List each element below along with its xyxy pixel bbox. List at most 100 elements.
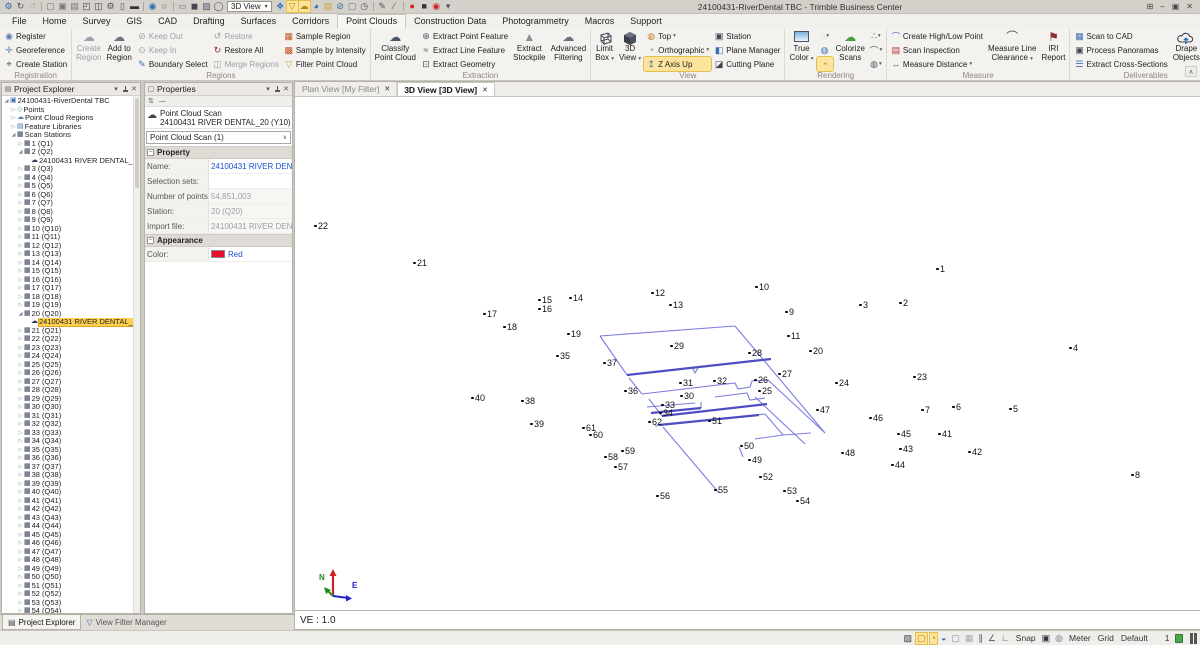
panel-close-icon[interactable]: ✕ [282, 85, 290, 93]
tree-item-scan-stations[interactable]: ◢▦Scan Stations [2, 131, 140, 140]
expand-icon[interactable]: ▷ [17, 582, 24, 590]
expand-icon[interactable]: ▷ [10, 114, 17, 122]
expand-icon[interactable]: ▷ [17, 420, 24, 428]
expand-icon[interactable]: ▷ [17, 369, 24, 377]
expand-icon[interactable]: ▷ [17, 344, 24, 352]
tree-item-23-q23[interactable]: ▷▦23 (Q23) [2, 344, 140, 353]
expand-icon[interactable]: ▷ [17, 514, 24, 522]
collapse-icon[interactable]: ◢ [17, 148, 24, 156]
expand-icon[interactable]: ▷ [17, 293, 24, 301]
tree-item-22-q22[interactable]: ▷▦22 (Q22) [2, 335, 140, 344]
tree-item-27-q27[interactable]: ▷▦27 (Q27) [2, 378, 140, 387]
scan-point-29[interactable]: 29 [670, 341, 684, 351]
tree-item-3-q3[interactable]: ▷▦3 (Q3) [2, 165, 140, 174]
scan-point-46[interactable]: 46 [869, 413, 883, 423]
expand-icon[interactable]: ▷ [17, 140, 24, 148]
tree-item-24100431-riverdental-tbc[interactable]: ◢▣24100431-RiverDental TBC [2, 97, 140, 106]
close-icon[interactable]: ✕ [1186, 2, 1193, 11]
layout-icon[interactable]: ⊞ [1147, 2, 1154, 11]
clock-icon[interactable]: ◷ [359, 1, 370, 12]
expand-icon[interactable]: ▷ [17, 301, 24, 309]
create-region-button[interactable]: ☁CreateRegion [74, 29, 103, 71]
circle-icon[interactable]: ○ [159, 1, 170, 12]
expand-icon[interactable]: ▷ [17, 412, 24, 420]
expand-icon[interactable]: ▷ [17, 539, 24, 547]
import-icon[interactable]: ▢ [45, 1, 56, 12]
scan-point-54[interactable]: 54 [796, 496, 810, 506]
tree-item-32-q32[interactable]: ▷▦32 (Q32) [2, 420, 140, 429]
close-icon[interactable]: ✕ [384, 85, 390, 93]
collapse-icon[interactable]: — [159, 98, 166, 105]
filter-highlight-icon[interactable]: ▽ [287, 1, 298, 12]
scan-point-36[interactable]: 36 [624, 386, 638, 396]
collapse-icon[interactable]: ◢ [17, 310, 24, 318]
tree-item-29-q29[interactable]: ▷▦29 (Q29) [2, 395, 140, 404]
tree-item-45-q45[interactable]: ▷▦45 (Q45) [2, 531, 140, 540]
top-button[interactable]: ◍Top▾ [644, 29, 711, 43]
expand-icon[interactable]: ▷ [17, 599, 24, 607]
expand-icon[interactable]: ▷ [10, 123, 17, 131]
drape-objects-button[interactable]: DrapeObjects [1171, 29, 1200, 71]
3d-viewport[interactable]: E N 123456789101112131415161718192021222… [295, 97, 1200, 610]
tree-item-18-q18[interactable]: ▷▦18 (Q18) [2, 293, 140, 302]
tree-item-2-q2[interactable]: ◢▦2 (Q2) [2, 148, 140, 157]
expand-icon[interactable]: ▷ [17, 607, 24, 613]
tree-item-34-q34[interactable]: ▷▦34 (Q34) [2, 437, 140, 446]
tree-item-30-q30[interactable]: ▷▦30 (Q30) [2, 403, 140, 412]
process-panoramas-button[interactable]: ▣Process Panoramas [1072, 43, 1169, 57]
extract-stockpile-button[interactable]: ▲ExtractStockpile [511, 29, 547, 71]
scan-point-21[interactable]: 21 [413, 258, 427, 268]
scan-point-25[interactable]: 25 [758, 386, 772, 396]
sync-icon[interactable]: ↻ [15, 1, 26, 12]
measure-line-clearance-button[interactable]: ⌒Measure LineClearance ▾ [986, 29, 1038, 71]
scan-point-8[interactable]: 8 [1131, 470, 1140, 480]
expand-icon[interactable]: ▷ [17, 225, 24, 233]
status-pan-icon[interactable]: ◒ [940, 633, 947, 644]
scan-point-47[interactable]: 47 [816, 405, 830, 415]
ribbon-tab-survey[interactable]: Survey [75, 15, 119, 28]
merge-regions-button[interactable]: ◫Merge Regions [211, 57, 281, 71]
cube-icon[interactable]: ◼ [189, 1, 200, 12]
ribbon-tab-corridors[interactable]: Corridors [284, 15, 337, 28]
image-icon[interactable]: ▨ [201, 1, 212, 12]
ribbon-collapse-button[interactable]: ∧ [1185, 66, 1197, 77]
expand-icon[interactable]: ▷ [17, 531, 24, 539]
sort-icon[interactable]: ⇅ [148, 97, 154, 105]
scan-point-2[interactable]: 2 [899, 298, 908, 308]
tree-item-12-q12[interactable]: ▷▦12 (Q12) [2, 242, 140, 251]
scan-point-26[interactable]: 26 [754, 375, 768, 385]
scan-point-23[interactable]: 23 [913, 372, 927, 382]
tree-item-48-q48[interactable]: ▷▦48 (Q48) [2, 556, 140, 565]
tree-scrollbar[interactable] [133, 96, 140, 613]
expand-icon[interactable]: ▷ [17, 590, 24, 598]
scan-point-35[interactable]: 35 [556, 351, 570, 361]
expand-icon[interactable]: ▷ [17, 429, 24, 437]
open-icon[interactable]: ◰ [81, 1, 92, 12]
render-option-4[interactable]: ∴▾ [868, 29, 884, 43]
tree-item-38-q38[interactable]: ▷▦38 (Q38) [2, 471, 140, 480]
status-pad-icon[interactable]: ▣ [1041, 633, 1052, 644]
expand-icon[interactable]: ▷ [17, 327, 24, 335]
scan-point-43[interactable]: 43 [899, 444, 913, 454]
status-angle-icon[interactable]: ∠ [987, 633, 997, 644]
save-icon[interactable]: ◫ [93, 1, 104, 12]
expand-icon[interactable]: ▷ [17, 259, 24, 267]
create-station-button[interactable]: ⌖Create Station [2, 57, 69, 71]
expand-icon[interactable]: ▷ [17, 497, 24, 505]
tree-item-50-q50[interactable]: ▷▦50 (Q50) [2, 573, 140, 582]
colorize-scans-button[interactable]: ☁ColorizeScans [834, 29, 867, 71]
scan-point-42[interactable]: 42 [968, 447, 982, 457]
tree-item-13-q13[interactable]: ▷▦13 (Q13) [2, 250, 140, 259]
tree-item-44-q44[interactable]: ▷▦44 (Q44) [2, 522, 140, 531]
tree-item-40-q40[interactable]: ▷▦40 (Q40) [2, 488, 140, 497]
3d-view-button[interactable]: 3DView ▾ [617, 29, 643, 71]
ribbon-tab-home[interactable]: Home [35, 15, 75, 28]
expand-icon[interactable]: ▷ [17, 276, 24, 284]
dock-tab-view-filter-manager[interactable]: ▽View Filter Manager [81, 615, 171, 630]
collapse-icon[interactable]: ◢ [3, 97, 10, 105]
restore-all-button[interactable]: ↻Restore All [211, 43, 281, 57]
limit-box-button[interactable]: LimitBox ▾ [593, 29, 616, 71]
tree-item-9-q9[interactable]: ▷▦9 (Q9) [2, 216, 140, 225]
tree-item-37-q37[interactable]: ▷▦37 (Q37) [2, 463, 140, 472]
expand-icon[interactable]: ▷ [17, 361, 24, 369]
